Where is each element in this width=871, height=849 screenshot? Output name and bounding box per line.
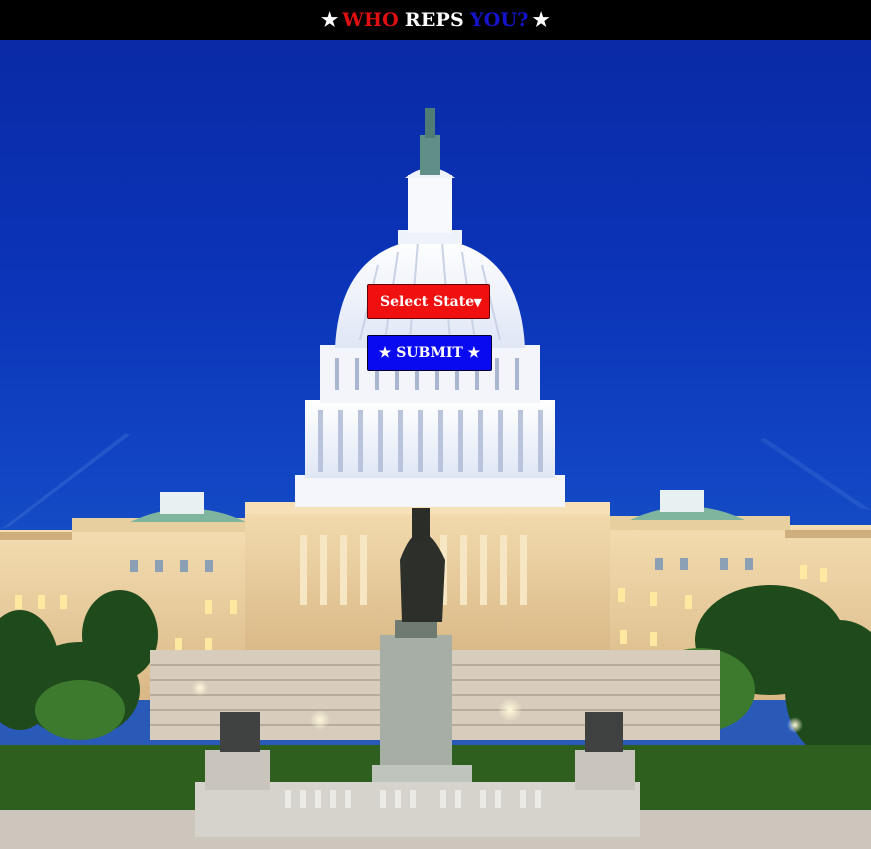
star-icon-right: ★	[532, 9, 550, 31]
header-word-you: YOU?	[469, 9, 529, 31]
site-header: ★ WHO REPS YOU? ★	[0, 0, 871, 40]
submit-label: ★ SUBMIT ★	[378, 345, 481, 361]
capitol-illustration	[0, 108, 871, 849]
capitol-background-image: Select State ▼ ★ SUBMIT ★	[0, 40, 871, 849]
star-icon-left: ★	[321, 9, 339, 31]
state-select-label: Select State	[380, 293, 475, 310]
chevron-down-icon: ▼	[473, 296, 482, 309]
submit-button[interactable]: ★ SUBMIT ★	[367, 335, 492, 371]
state-select-dropdown[interactable]: Select State ▼	[367, 284, 490, 319]
header-word-who: WHO	[342, 9, 399, 31]
header-word-reps: REPS	[404, 9, 464, 31]
